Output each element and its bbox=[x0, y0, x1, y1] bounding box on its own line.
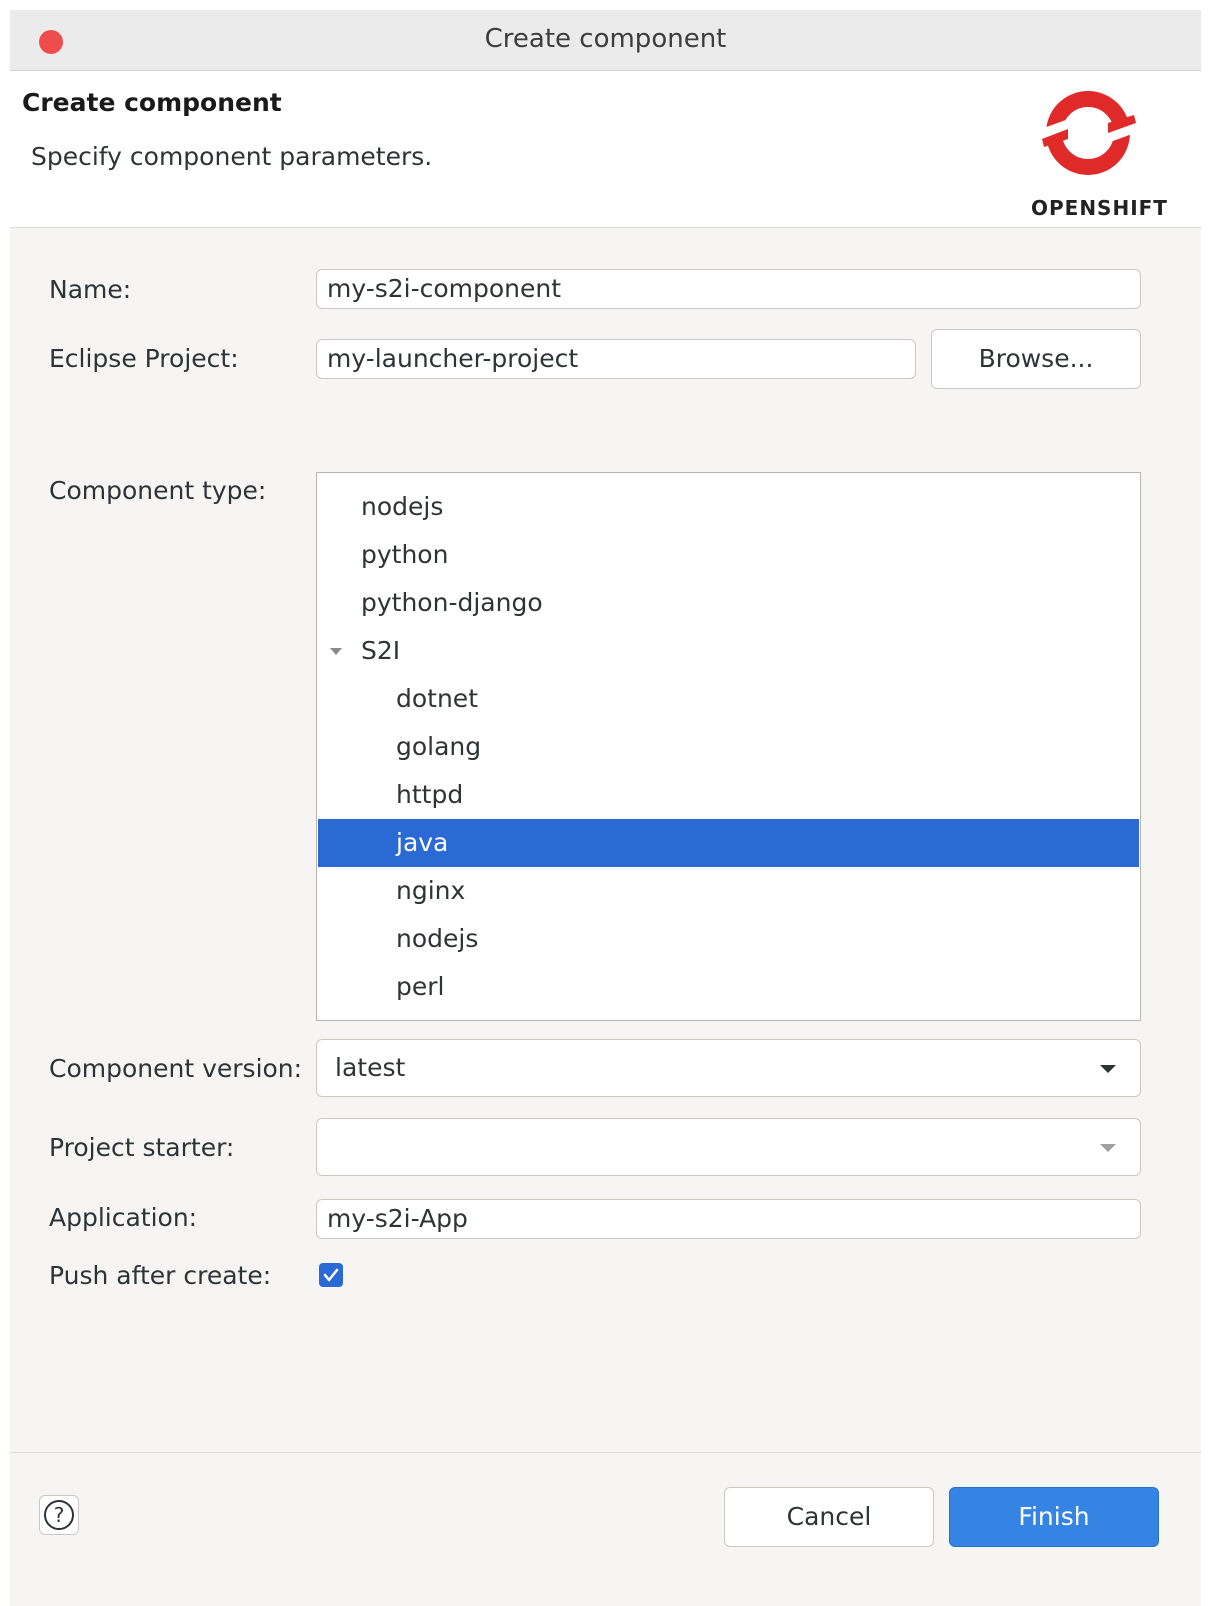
tree-item-label: nodejs bbox=[361, 492, 444, 521]
tree-item[interactable]: S2I bbox=[318, 627, 1139, 675]
application-field[interactable]: my-s2i-App bbox=[316, 1199, 1141, 1239]
question-circle-icon: ? bbox=[44, 1500, 74, 1530]
window-title: Create component bbox=[484, 24, 727, 54]
tree-item[interactable]: java bbox=[318, 819, 1139, 867]
wizard-header: Create component Specify component param… bbox=[10, 71, 1201, 228]
component-type-tree[interactable]: nodejs python python-django S2I dotnet golang… bbox=[316, 472, 1141, 1021]
tree-item-label: nginx bbox=[396, 876, 466, 905]
tree-item[interactable]: golang bbox=[318, 723, 1139, 771]
tree-item-label: perl bbox=[396, 972, 445, 1001]
svg-text:?: ? bbox=[54, 1503, 65, 1527]
tree-item[interactable]: httpd bbox=[318, 771, 1139, 819]
expand-triangle-icon[interactable] bbox=[330, 648, 342, 655]
tree-item-label: java bbox=[396, 828, 449, 857]
tree-item[interactable]: perl bbox=[318, 963, 1139, 1011]
help-button[interactable]: ? bbox=[39, 1495, 79, 1535]
tree-row-cutoff bbox=[318, 473, 1139, 479]
name-label: Name: bbox=[49, 275, 132, 304]
project-starter-dropdown[interactable] bbox=[316, 1118, 1141, 1176]
tree-item-label: S2I bbox=[361, 636, 401, 665]
component-version-value: latest bbox=[335, 1053, 406, 1082]
component-version-dropdown[interactable]: latest bbox=[316, 1039, 1141, 1097]
tree-item[interactable]: python bbox=[318, 531, 1139, 579]
chevron-down-icon bbox=[1100, 1144, 1116, 1152]
push-after-create-checkbox[interactable] bbox=[319, 1263, 343, 1287]
eclipse-project-field[interactable]: my-launcher-project bbox=[316, 339, 916, 379]
tree-item[interactable]: nodejs bbox=[318, 915, 1139, 963]
tree-item[interactable]: nodejs bbox=[318, 483, 1139, 531]
tree-item-label: python-django bbox=[361, 588, 543, 617]
push-after-create-label: Push after create: bbox=[49, 1261, 272, 1290]
name-field[interactable]: my-s2i-component bbox=[316, 269, 1141, 309]
project-starter-label: Project starter: bbox=[49, 1133, 235, 1162]
footer-divider bbox=[10, 1452, 1201, 1453]
create-component-dialog: Create component Create component Specif… bbox=[10, 10, 1201, 1606]
tree-item-label: nodejs bbox=[396, 924, 479, 953]
component-version-label: Component version: bbox=[49, 1054, 303, 1083]
tree-item[interactable]: nginx bbox=[318, 867, 1139, 915]
browse-button[interactable]: Browse... bbox=[931, 329, 1141, 389]
cancel-button[interactable]: Cancel bbox=[724, 1487, 934, 1547]
titlebar: Create component bbox=[10, 10, 1201, 71]
checkmark-icon bbox=[323, 1268, 339, 1282]
openshift-logo-icon bbox=[1038, 91, 1138, 175]
tree-item[interactable]: python-django bbox=[318, 579, 1139, 627]
tree-item[interactable]: dotnet bbox=[318, 675, 1139, 723]
eclipse-project-label: Eclipse Project: bbox=[49, 344, 239, 373]
tree-item-label: python bbox=[361, 540, 449, 569]
application-label: Application: bbox=[49, 1203, 198, 1232]
openshift-logo-text: OPENSHIFT bbox=[1031, 196, 1168, 220]
component-type-label: Component type: bbox=[49, 476, 267, 505]
page-title: Create component bbox=[22, 88, 282, 117]
tree-item-label: golang bbox=[396, 732, 482, 761]
tree-item-label: httpd bbox=[396, 780, 464, 809]
finish-button[interactable]: Finish bbox=[949, 1487, 1159, 1547]
tree-item-label: dotnet bbox=[396, 684, 478, 713]
chevron-down-icon bbox=[1100, 1065, 1116, 1073]
page-description: Specify component parameters. bbox=[31, 142, 433, 171]
